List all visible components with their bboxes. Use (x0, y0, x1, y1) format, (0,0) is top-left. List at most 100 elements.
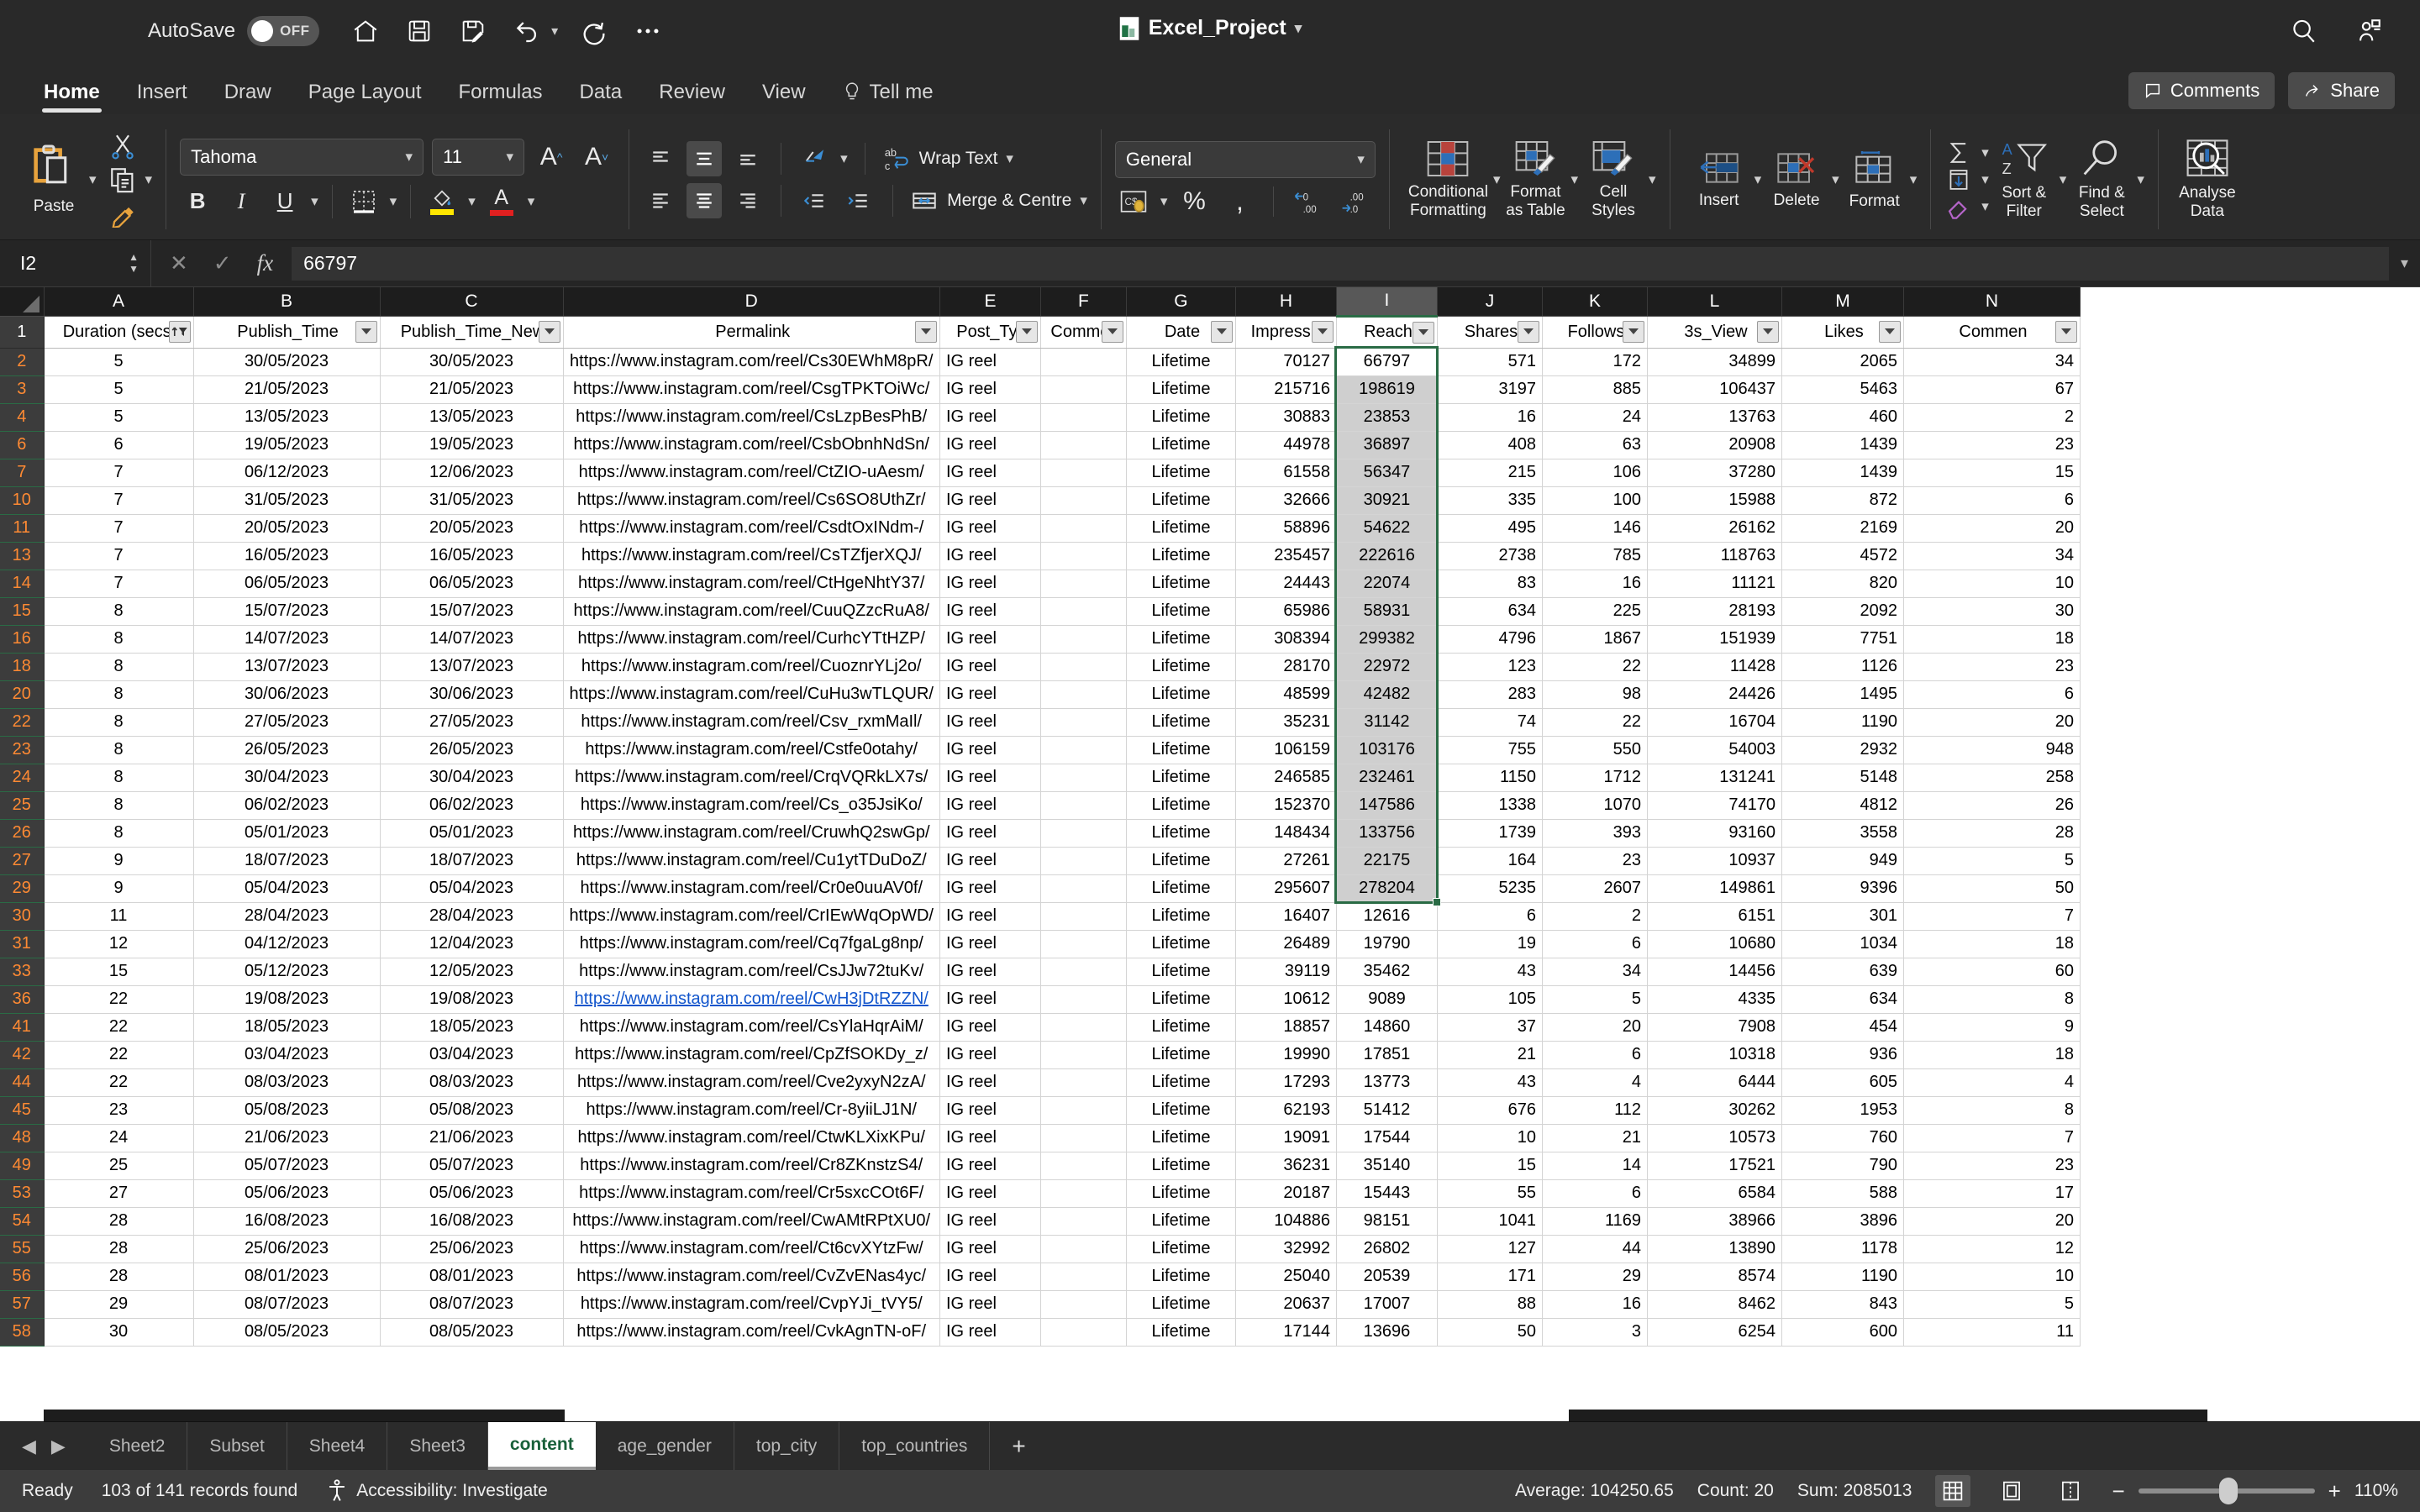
cell-publish-time[interactable]: 19/05/2023 (193, 431, 381, 459)
cell-publish-time-new[interactable]: 06/02/2023 (380, 791, 564, 820)
cell-permalink[interactable]: https://www.instagram.com/reel/Cs_o35Jsi… (563, 791, 940, 820)
cell-post-type[interactable]: IG reel (939, 1068, 1041, 1097)
cell-impressions[interactable]: 19091 (1235, 1124, 1337, 1152)
cell-comments-n[interactable]: 67 (1903, 375, 2081, 404)
cell-post-type[interactable]: IG reel (939, 708, 1041, 737)
cell-date[interactable]: Lifetime (1126, 625, 1236, 654)
cell-likes[interactable]: 1439 (1781, 459, 1904, 487)
cell-3s-views[interactable]: 24426 (1647, 680, 1782, 709)
cell-likes[interactable]: 5463 (1781, 375, 1904, 404)
row-header-20[interactable]: 20 (0, 680, 45, 709)
cell-date[interactable]: Lifetime (1126, 514, 1236, 543)
cell-date[interactable]: Lifetime (1126, 459, 1236, 487)
ribbon-tab-review[interactable]: Review (640, 81, 744, 114)
cell-publish-time[interactable]: 05/08/2023 (193, 1096, 381, 1125)
cell-shares[interactable]: 676 (1437, 1096, 1543, 1125)
cell-publish-time-new[interactable]: 30/05/2023 (380, 348, 564, 376)
cell-duration[interactable]: 8 (44, 764, 194, 792)
cell-duration[interactable]: 7 (44, 514, 194, 543)
cell-impressions[interactable]: 106159 (1235, 736, 1337, 764)
cell-likes[interactable]: 460 (1781, 403, 1904, 432)
cell-permalink[interactable]: https://www.instagram.com/reel/CuHu3wTLQ… (563, 680, 940, 709)
cell-duration[interactable]: 9 (44, 874, 194, 903)
cell-comments-n[interactable]: 5 (1903, 1290, 2081, 1319)
insert-cells-button[interactable]: Insert (1684, 119, 1754, 239)
cell-3s-views[interactable]: 93160 (1647, 819, 1782, 848)
column-header-f[interactable]: F (1040, 287, 1127, 317)
cell-comments-n[interactable]: 6 (1903, 486, 2081, 515)
cell-likes[interactable]: 4812 (1781, 791, 1904, 820)
fill-handle[interactable] (1433, 898, 1442, 906)
cell-publish-time[interactable]: 05/07/2023 (193, 1152, 381, 1180)
format-dropdown-icon[interactable]: ▾ (1910, 171, 1918, 188)
cell-impressions[interactable]: 30883 (1235, 403, 1337, 432)
cell-publish-time[interactable]: 30/05/2023 (193, 348, 381, 376)
cell-shares[interactable]: 43 (1437, 1068, 1543, 1097)
cell-impressions[interactable]: 148434 (1235, 819, 1337, 848)
name-box-spinner[interactable]: ▲ ▼ (129, 252, 139, 273)
row-header-15[interactable]: 15 (0, 597, 45, 626)
cell-3s-views[interactable]: 8574 (1647, 1263, 1782, 1291)
cell-permalink[interactable]: https://www.instagram.com/reel/Cs30EWhM8… (563, 348, 940, 376)
row-header-14[interactable]: 14 (0, 570, 45, 598)
row-header-58[interactable]: 58 (0, 1318, 45, 1347)
cell-duration[interactable]: 8 (44, 680, 194, 709)
format-as-table-dropdown-icon[interactable]: ▾ (1571, 171, 1579, 188)
row-header-22[interactable]: 22 (0, 708, 45, 737)
accounting-dropdown-icon[interactable]: ▾ (1160, 193, 1168, 210)
cell-post-type[interactable]: IG reel (939, 1318, 1041, 1347)
cell-permalink[interactable]: https://www.instagram.com/reel/CuuQZzcRu… (563, 597, 940, 626)
row-header-10[interactable]: 10 (0, 486, 45, 515)
cell-reach[interactable]: 30921 (1336, 486, 1438, 515)
cell-3s-views[interactable]: 11428 (1647, 653, 1782, 681)
cell-impressions[interactable]: 17293 (1235, 1068, 1337, 1097)
copy-dropdown-icon[interactable]: ▾ (145, 171, 153, 188)
cell-follows[interactable]: 16 (1542, 570, 1648, 598)
cell-permalink[interactable]: https://www.instagram.com/reel/CvZvENas4… (563, 1263, 940, 1291)
cell-duration[interactable]: 7 (44, 570, 194, 598)
cell-permalink[interactable]: https://www.instagram.com/reel/CsLzpBesP… (563, 403, 940, 432)
cell-shares[interactable]: 74 (1437, 708, 1543, 737)
cell-likes[interactable]: 3558 (1781, 819, 1904, 848)
cell-shares[interactable]: 105 (1437, 985, 1543, 1014)
cell-reach[interactable]: 35462 (1336, 958, 1438, 986)
page-break-view-button[interactable] (2053, 1475, 2088, 1507)
cell-publish-time-new[interactable]: 16/05/2023 (380, 542, 564, 570)
comments-button[interactable]: Comments (2128, 72, 2275, 109)
zoom-thumb[interactable] (2218, 1478, 2238, 1504)
row-header-3[interactable]: 3 (0, 375, 45, 404)
sheet-tab-top-city[interactable]: top_city (734, 1422, 840, 1470)
cell-comments-f[interactable] (1040, 1207, 1127, 1236)
table-row[interactable]: 13 7 16/05/2023 16/05/2023 https://www.insta… (0, 542, 2081, 570)
cell-comments-f[interactable] (1040, 431, 1127, 459)
cell-3s-views[interactable]: 13890 (1647, 1235, 1782, 1263)
conditional-formatting-button[interactable]: Conditional Formatting (1403, 119, 1493, 239)
cell-comments-n[interactable]: 8 (1903, 985, 2081, 1014)
cell-duration[interactable]: 11 (44, 902, 194, 931)
row-header-44[interactable]: 44 (0, 1068, 45, 1097)
name-box[interactable]: I2 ▲ ▼ (0, 240, 151, 286)
sheet-tab-sheet3[interactable]: Sheet3 (387, 1422, 488, 1470)
sheet-tab-sheet4[interactable]: Sheet4 (287, 1422, 388, 1470)
cell-impressions[interactable]: 25040 (1235, 1263, 1337, 1291)
row-header-4[interactable]: 4 (0, 403, 45, 432)
cell-reach[interactable]: 36897 (1336, 431, 1438, 459)
autosave-control[interactable]: AutoSave OFF (148, 16, 320, 46)
cell-date[interactable]: Lifetime (1126, 1179, 1236, 1208)
cell-publish-time-new[interactable]: 26/05/2023 (380, 736, 564, 764)
cell-follows[interactable]: 6 (1542, 930, 1648, 958)
cell-shares[interactable]: 83 (1437, 570, 1543, 598)
table-row[interactable]: 26 8 05/01/2023 05/01/2023 https://www.insta… (0, 819, 2081, 848)
cell-publish-time-new[interactable]: 12/04/2023 (380, 930, 564, 958)
cell-publish-time-new[interactable]: 14/07/2023 (380, 625, 564, 654)
cell-permalink[interactable]: https://www.instagram.com/reel/CuoznrYLj… (563, 653, 940, 681)
cell-shares[interactable]: 283 (1437, 680, 1543, 709)
confirm-icon[interactable]: ✓ (213, 250, 232, 276)
cell-likes[interactable]: 1126 (1781, 653, 1904, 681)
cell-permalink[interactable]: https://www.instagram.com/reel/Cr8ZKnstz… (563, 1152, 940, 1180)
cell-reach[interactable]: 14860 (1336, 1013, 1438, 1042)
cell-comments-f[interactable] (1040, 791, 1127, 820)
cell-comments-f[interactable] (1040, 653, 1127, 681)
cell-duration[interactable]: 28 (44, 1263, 194, 1291)
cell-publish-time-new[interactable]: 08/03/2023 (380, 1068, 564, 1097)
